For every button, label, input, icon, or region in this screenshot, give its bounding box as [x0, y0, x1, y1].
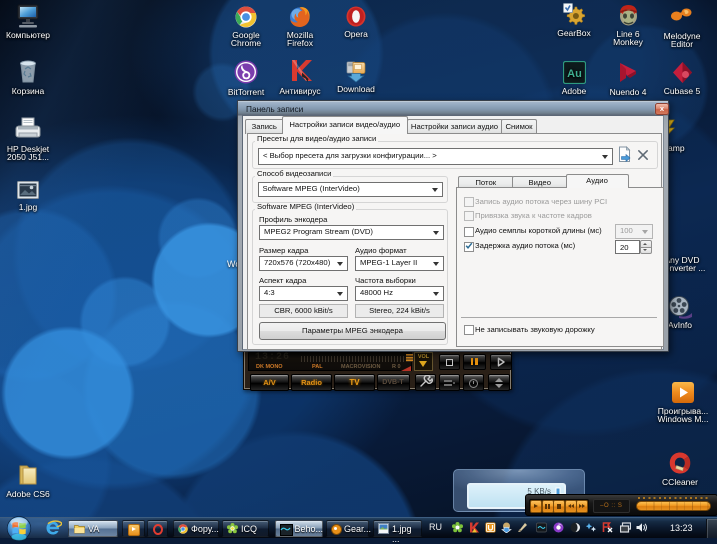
- svg-text:Au: Au: [567, 68, 582, 80]
